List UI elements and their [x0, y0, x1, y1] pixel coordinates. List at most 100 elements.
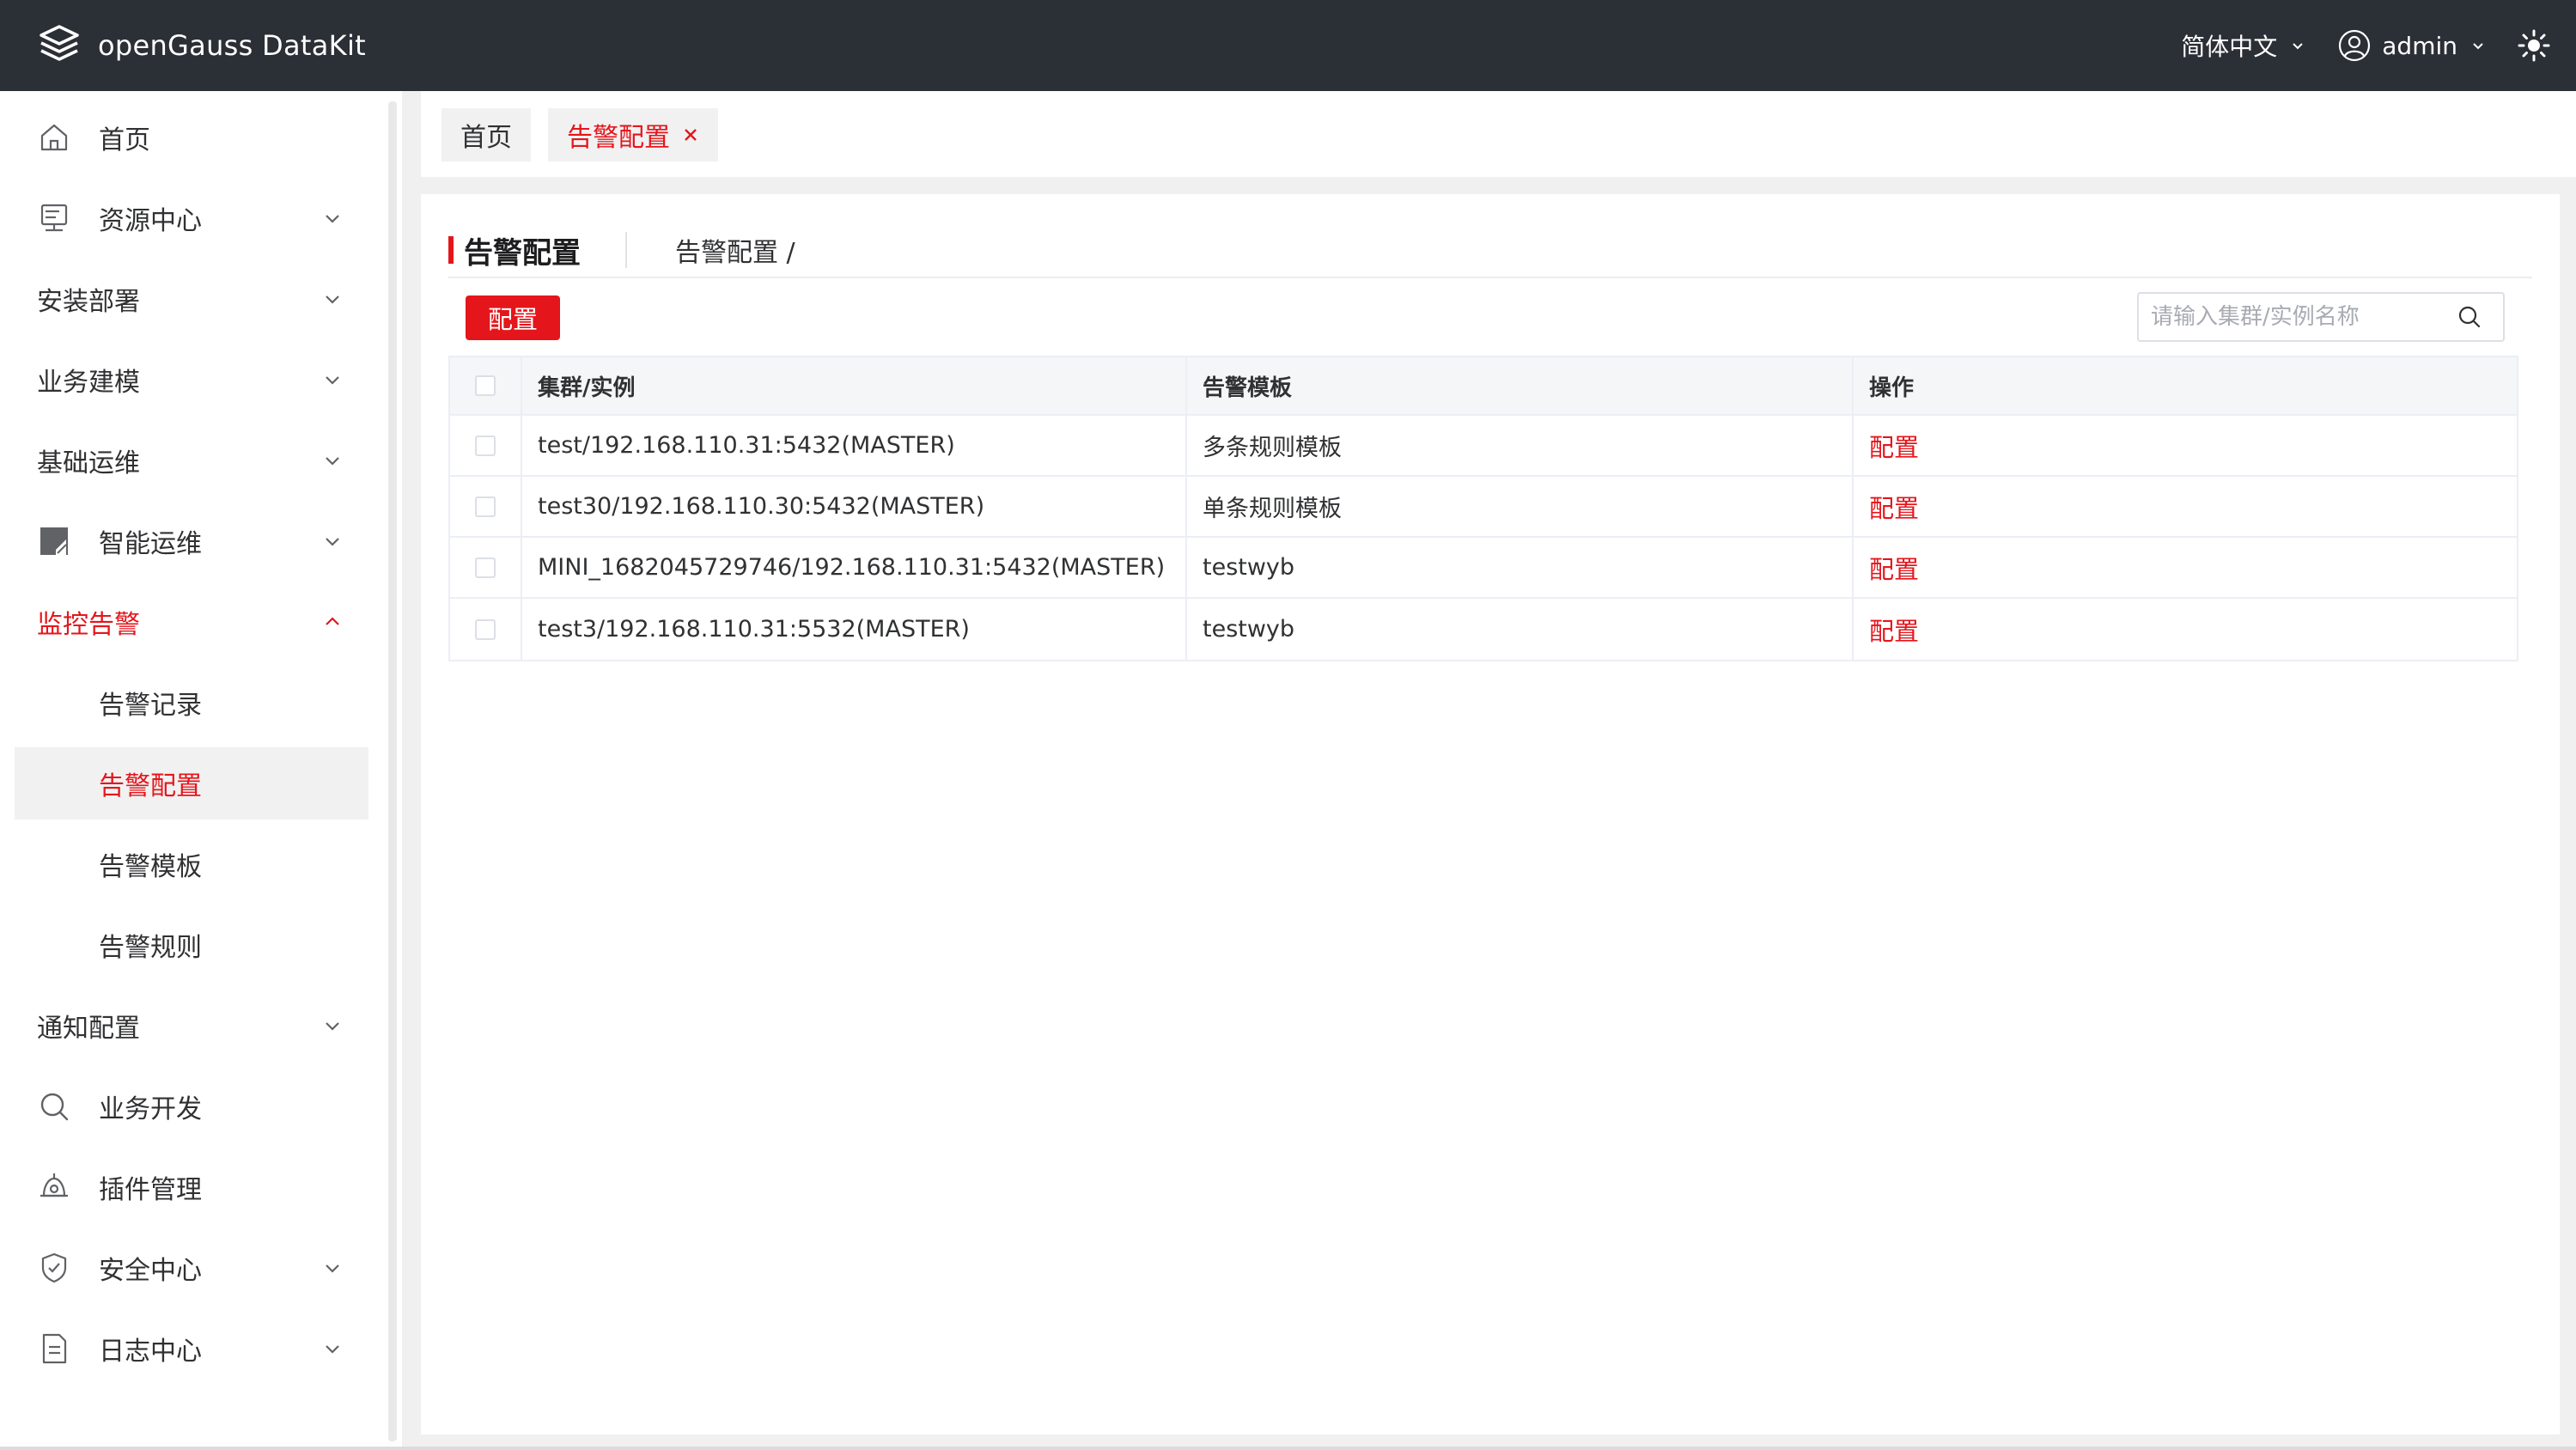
sidebar-item-install-deploy[interactable]: 安装部署 — [15, 263, 368, 335]
row-config-link[interactable]: 配置 — [1869, 489, 1919, 525]
sidebar-item-basic-ops[interactable]: 基础运维 — [15, 424, 368, 497]
template-cell: 多条规则模板 — [1187, 416, 1854, 475]
sidebar-item-notification-config[interactable]: 通知配置 — [15, 990, 368, 1062]
close-icon[interactable] — [682, 126, 699, 143]
tab-label: 告警配置 — [567, 123, 670, 153]
sidebar-item-monitoring-alerts[interactable]: 监控告警 — [15, 586, 368, 658]
sidebar-item-business-dev[interactable]: 业务开发 — [15, 1070, 368, 1142]
chevron-down-icon — [2473, 43, 2483, 50]
chevron-down-icon — [326, 1022, 339, 1031]
sidebar-item-label: 安装部署 — [37, 287, 140, 317]
sidebar-item-label: 插件管理 — [99, 1175, 202, 1205]
top-bar: openGauss DataKit 简体中文 admin — [0, 0, 2576, 91]
tab-bar: 首页 告警配置 — [421, 91, 2576, 177]
chevron-down-icon — [2293, 43, 2303, 50]
table-row: test/192.168.110.31:5432(MASTER) 多条规则模板 … — [450, 416, 2517, 477]
chevron-down-icon — [326, 538, 339, 546]
sidebar-item-log-center[interactable]: 日志中心 — [15, 1313, 368, 1385]
column-header-instance[interactable]: 集群/实例 — [522, 357, 1187, 414]
chevron-down-icon — [326, 215, 339, 223]
tab-home[interactable]: 首页 — [442, 108, 531, 161]
notebook-icon — [40, 527, 68, 555]
sidebar-item-plugin-management[interactable]: 插件管理 — [15, 1151, 368, 1223]
chevron-down-icon — [326, 457, 339, 466]
brand[interactable]: openGauss DataKit — [36, 22, 366, 69]
user-menu[interactable]: admin — [2337, 28, 2487, 63]
row-checkbox[interactable] — [475, 496, 496, 517]
header-divider — [625, 232, 627, 268]
page-title: 告警配置 — [464, 235, 581, 271]
row-config-link[interactable]: 配置 — [1869, 612, 1919, 648]
sidebar-item-label: 基础运维 — [37, 448, 140, 478]
logo-icon — [40, 25, 79, 61]
row-checkbox[interactable] — [475, 435, 496, 456]
sidebar-item-label: 资源中心 — [99, 206, 202, 236]
search-icon[interactable] — [2457, 304, 2482, 330]
row-select-cell — [450, 477, 522, 536]
search-icon — [40, 1093, 69, 1121]
language-selector[interactable]: 简体中文 — [2181, 28, 2306, 63]
row-config-link[interactable]: 配置 — [1869, 428, 1919, 464]
sidebar-item-label: 安全中心 — [99, 1256, 202, 1286]
chevron-up-icon — [326, 617, 339, 625]
user-avatar-icon — [2339, 29, 2371, 62]
language-label: 简体中文 — [2181, 33, 2278, 61]
sidebar-item-alert-rules[interactable]: 告警规则 — [15, 909, 368, 981]
sidebar-item-alert-records[interactable]: 告警记录 — [15, 667, 368, 739]
theme-toggle-icon[interactable] — [2518, 29, 2550, 62]
action-cell: 配置 — [1854, 538, 2517, 597]
row-config-link[interactable]: 配置 — [1869, 550, 1919, 586]
column-header-template[interactable]: 告警模板 — [1187, 357, 1854, 414]
sidebar-item-label: 通知配置 — [37, 1014, 140, 1044]
table-header-row: 集群/实例 告警模板 操作 — [450, 357, 2517, 416]
page-header: 告警配置 告警配置 / — [448, 228, 795, 271]
sidebar-item-home[interactable]: 首页 — [15, 101, 368, 174]
chevron-down-icon — [326, 295, 339, 304]
sidebar: 首页 资源中心 安装部署 业务建模 基础运维 智能运维 监控告警 告警记录 告警… — [0, 91, 402, 1450]
sidebar-item-label: 告警配置 — [99, 771, 202, 801]
sidebar-item-label: 业务开发 — [99, 1094, 202, 1124]
sidebar-item-alert-templates[interactable]: 告警模板 — [15, 828, 368, 900]
search-box — [2137, 292, 2505, 342]
instance-cell: test3/192.168.110.31:5532(MASTER) — [522, 599, 1187, 660]
row-checkbox[interactable] — [475, 618, 496, 640]
server-icon — [40, 204, 68, 232]
document-icon — [42, 1333, 67, 1364]
app-title: openGauss DataKit — [98, 29, 366, 62]
select-all-checkbox[interactable] — [475, 375, 496, 396]
row-select-cell — [450, 599, 522, 660]
table-row: test3/192.168.110.31:5532(MASTER) testwy… — [450, 599, 2517, 660]
sidebar-item-label: 业务建模 — [37, 368, 140, 398]
sidebar-scrollbar[interactable] — [388, 101, 397, 1441]
sidebar-item-alert-config[interactable]: 告警配置 — [15, 747, 368, 819]
template-cell: testwyb — [1187, 599, 1854, 660]
action-cell: 配置 — [1854, 416, 2517, 475]
row-checkbox[interactable] — [475, 557, 496, 578]
shield-icon — [41, 1252, 67, 1283]
breadcrumb[interactable]: 告警配置 / — [675, 231, 795, 269]
bottom-border — [0, 1447, 2576, 1450]
sidebar-item-label: 智能运维 — [99, 529, 202, 559]
instance-cell: test/192.168.110.31:5432(MASTER) — [522, 416, 1187, 475]
sidebar-item-security-center[interactable]: 安全中心 — [15, 1232, 368, 1304]
section-divider — [448, 277, 2532, 278]
tab-alert-config[interactable]: 告警配置 — [548, 108, 718, 161]
sidebar-item-resource-center[interactable]: 资源中心 — [15, 182, 368, 254]
action-cell: 配置 — [1854, 599, 2517, 660]
config-button[interactable]: 配置 — [466, 295, 560, 340]
chevron-down-icon — [326, 376, 339, 385]
sidebar-item-business-modeling[interactable]: 业务建模 — [15, 344, 368, 416]
row-select-cell — [450, 538, 522, 597]
chevron-down-icon — [326, 1345, 339, 1354]
sidebar-item-label: 告警记录 — [99, 691, 202, 721]
sidebar-item-intelligent-ops[interactable]: 智能运维 — [15, 505, 368, 577]
sidebar-item-label: 首页 — [99, 125, 150, 155]
sidebar-item-label: 告警模板 — [99, 852, 202, 882]
search-input[interactable] — [2139, 304, 2457, 330]
row-select-cell — [450, 416, 522, 475]
column-header-action: 操作 — [1869, 375, 1915, 401]
action-cell: 配置 — [1854, 477, 2517, 536]
chevron-down-icon — [326, 1264, 339, 1273]
header-select-cell — [450, 357, 522, 414]
alert-config-table: 集群/实例 告警模板 操作 test/192.168.110.31:5432(M… — [448, 356, 2518, 661]
